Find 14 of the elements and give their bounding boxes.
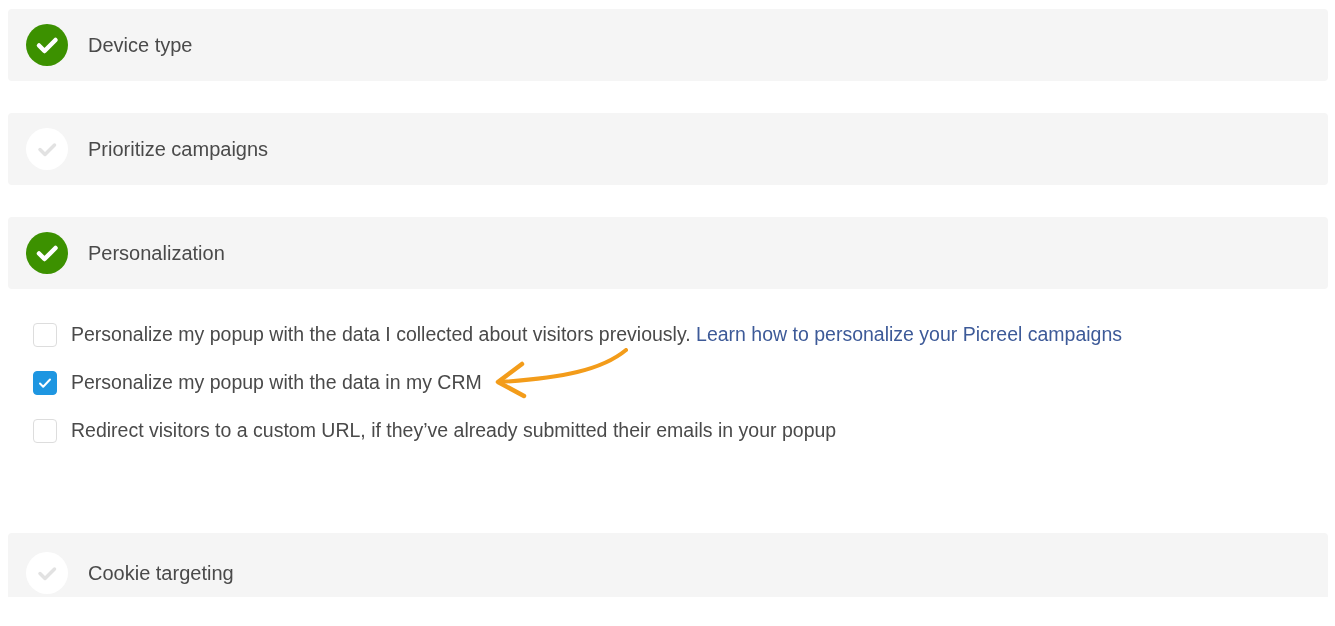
option-label: Personalize my popup with the data in my CRM: [71, 370, 482, 396]
section-header[interactable]: Cookie targeting: [8, 533, 1328, 597]
option-label: Redirect visitors to a custom URL, if they’ve already submitted their emails in your popup: [71, 418, 837, 444]
check-icon: [38, 377, 52, 389]
section-header[interactable]: Device type: [8, 9, 1328, 81]
option-label: Personalize my popup with the data I collected about visitors previously. Learn how to personalize your Picreel campaigns: [71, 322, 1123, 348]
checkbox[interactable]: [33, 371, 57, 395]
help-link[interactable]: Learn how to personalize your Picreel campaigns: [696, 323, 1123, 346]
section-header[interactable]: Prioritize campaigns: [8, 113, 1328, 185]
section-title: Cookie targeting: [88, 560, 234, 586]
section-header[interactable]: Personalization: [8, 217, 1328, 289]
section-title: Device type: [88, 33, 193, 58]
section-title: Personalization: [88, 241, 225, 266]
section-title: Prioritize campaigns: [88, 137, 269, 162]
